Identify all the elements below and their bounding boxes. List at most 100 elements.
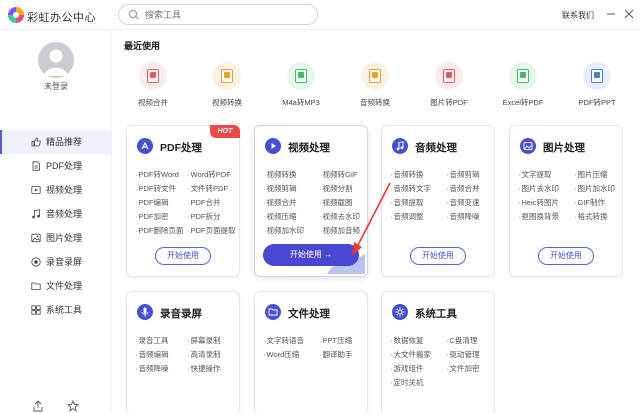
minimize-icon[interactable] <box>606 9 616 19</box>
sidebar-item-recommended[interactable]: 精品推荐 <box>0 130 112 154</box>
feature-item[interactable]: 定时关机 <box>390 377 424 388</box>
feature-item[interactable]: 音频合并 <box>446 183 480 194</box>
feature-item[interactable]: 大文件搬家 <box>390 349 432 360</box>
feature-item[interactable]: 文件转PDF <box>187 183 229 194</box>
image-to-pdf-icon <box>435 62 463 90</box>
feature-item[interactable]: 驱动管理 <box>446 349 480 360</box>
card-pdf[interactable]: HOT PDF处理 PDF转Word Word转PDF PDF转文件 文件转PD… <box>126 125 240 277</box>
sidebar-item-image[interactable]: 图片处理 <box>0 226 112 250</box>
feature-item[interactable]: 快捷操作 <box>187 363 221 374</box>
recent-item-excel-pdf[interactable]: Excel转PDF <box>488 62 558 108</box>
sidebar-item-video[interactable]: 视频处理 <box>0 178 112 202</box>
share-icon[interactable] <box>32 400 44 412</box>
feature-item[interactable]: 音频编辑 <box>135 349 169 360</box>
feature-item[interactable]: 音频调整 <box>390 211 424 222</box>
feature-item[interactable]: Word压缩 <box>263 349 300 360</box>
record-icon <box>31 257 41 267</box>
feature-item[interactable]: 音频降噪 <box>446 211 480 222</box>
card-record[interactable]: 录音录屏 录音工具 屏幕录制 音频编辑 高清录制 音频降噪 快捷操作 <box>126 291 240 413</box>
feature-item[interactable]: 视频分割 <box>319 183 353 194</box>
feature-item[interactable]: 视频加水印 <box>263 225 305 236</box>
feature-item[interactable]: 视频合并 <box>263 197 297 208</box>
feature-item[interactable]: 图片去水印 <box>518 183 560 194</box>
music-icon <box>32 209 40 219</box>
contact-us-link[interactable]: 联系我们 <box>562 10 594 21</box>
search-box[interactable] <box>118 4 318 25</box>
sidebar-item-audio[interactable]: 音频处理 <box>0 202 112 226</box>
feature-item[interactable]: 格式转换 <box>574 211 608 222</box>
sidebar-item-record[interactable]: 录音录屏 <box>0 250 112 274</box>
start-button[interactable]: 开始使用 <box>410 247 466 265</box>
feature-item[interactable]: 视频转GIF <box>319 169 358 180</box>
feature-item[interactable]: PDF转Word <box>135 169 179 180</box>
feature-item[interactable]: 翻译助手 <box>319 349 353 360</box>
feature-item[interactable]: 图片压缩 <box>574 169 608 180</box>
feature-item[interactable]: 游戏组件 <box>390 363 424 374</box>
feature-item[interactable]: 视频剪辑 <box>263 183 297 194</box>
start-button-primary[interactable]: 开始使用 → <box>263 244 359 266</box>
feature-item[interactable]: 音频提取 <box>390 197 424 208</box>
feature-item[interactable]: 文件加密 <box>446 363 480 374</box>
feature-item[interactable]: PDF合并 <box>187 197 221 208</box>
card-title: 录音录屏 <box>160 308 202 320</box>
sidebar-item-file[interactable]: 文件处理 <box>0 274 112 298</box>
feature-item[interactable]: Heic转图片 <box>518 197 560 208</box>
card-system[interactable]: 系统工具 数据恢复 C盘清理 大文件搬家 驱动管理 游戏组件 文件加密 定时关机 <box>381 291 495 413</box>
feature-item[interactable]: PPT压缩 <box>319 335 353 346</box>
login-status[interactable]: 未登录 <box>0 81 112 92</box>
feature-item[interactable]: Word转PDF <box>187 169 231 180</box>
feature-item[interactable]: 文字转语音 <box>263 335 305 346</box>
search-input[interactable] <box>145 7 310 23</box>
feature-item[interactable]: 高清录制 <box>187 349 221 360</box>
feature-item[interactable]: 视频加音频 <box>319 225 361 236</box>
thumb-up-icon <box>31 137 41 147</box>
feature-item[interactable]: 屏幕录制 <box>187 335 221 346</box>
feature-item[interactable]: PDF页面提取 <box>187 225 236 236</box>
feature-item[interactable]: 音频转文字 <box>390 183 432 194</box>
feature-item[interactable]: PDF转文件 <box>135 183 177 194</box>
feature-item[interactable]: 音频剪辑 <box>446 169 480 180</box>
sidebar-item-label: 文件处理 <box>46 281 83 291</box>
card-image[interactable]: 图片处理 文字提取 图片压缩 图片去水印 图片加水印 Heic转图片 GIF制作… <box>509 125 623 277</box>
feature-item[interactable]: 音频降噪 <box>135 363 169 374</box>
card-video[interactable]: 视频处理 视频转换 视频转GIF 视频剪辑 视频分割 视频合并 视频截图 视频压… <box>254 125 368 277</box>
recent-item-video-merge[interactable]: 视频合并 <box>118 62 188 108</box>
feature-item[interactable]: 数据恢复 <box>390 335 424 346</box>
start-button[interactable]: 开始使用 <box>538 247 594 265</box>
feature-item[interactable]: 视频转换 <box>263 169 297 180</box>
card-file[interactable]: 文件处理 文字转语音 PPT压缩 Word压缩 翻译助手 <box>254 291 368 413</box>
feature-item[interactable]: 音频转换 <box>390 169 424 180</box>
feature-item[interactable]: 文字提取 <box>518 169 552 180</box>
recent-item-pdf-ppt[interactable]: PDF转PPT <box>562 62 632 108</box>
feature-item[interactable]: 视频压缩 <box>263 211 297 222</box>
feature-item[interactable]: PDF编辑 <box>135 197 169 208</box>
recent-item-image-pdf[interactable]: 图片转PDF <box>414 62 484 108</box>
sidebar-item-system[interactable]: 系统工具 <box>0 298 112 322</box>
card-audio[interactable]: 音频处理 音频转换 音频剪辑 音频转文字 音频合并 音频提取 音频变速 音频调整… <box>381 125 495 277</box>
video-icon <box>31 186 41 194</box>
close-icon[interactable] <box>624 9 634 19</box>
image-icon <box>31 233 41 243</box>
feature-item[interactable]: 视频截图 <box>319 197 353 208</box>
recent-item-video-convert[interactable]: 视频转换 <box>192 62 262 108</box>
recent-item-audio-convert[interactable]: 音频转换 <box>340 62 410 108</box>
start-button[interactable]: 开始使用 <box>155 247 211 265</box>
card-title: 音频处理 <box>415 142 457 154</box>
feature-item[interactable]: 图片加水印 <box>574 183 616 194</box>
feature-item[interactable]: 视频去水印 <box>319 211 361 222</box>
star-icon[interactable] <box>67 400 79 412</box>
feature-item[interactable]: 抠图换背景 <box>518 211 560 222</box>
feature-item[interactable]: GIF制作 <box>574 197 606 208</box>
avatar[interactable] <box>38 42 74 78</box>
feature-item[interactable]: 音频变速 <box>446 197 480 208</box>
feature-item[interactable]: PDF拆分 <box>187 211 221 222</box>
feature-item[interactable]: 录音工具 <box>135 335 169 346</box>
feature-item[interactable]: PDF删除页面 <box>135 225 184 236</box>
card-title: 视频处理 <box>288 142 330 154</box>
recent-item-label: 音频转换 <box>360 98 390 107</box>
audio-convert-icon <box>361 62 389 90</box>
feature-item[interactable]: C盘清理 <box>446 335 478 346</box>
sidebar-item-pdf[interactable]: PDF处理 <box>0 154 112 178</box>
recent-item-m4a-mp3[interactable]: M4a转MP3 <box>266 62 336 108</box>
feature-item[interactable]: PDF加密 <box>135 211 169 222</box>
